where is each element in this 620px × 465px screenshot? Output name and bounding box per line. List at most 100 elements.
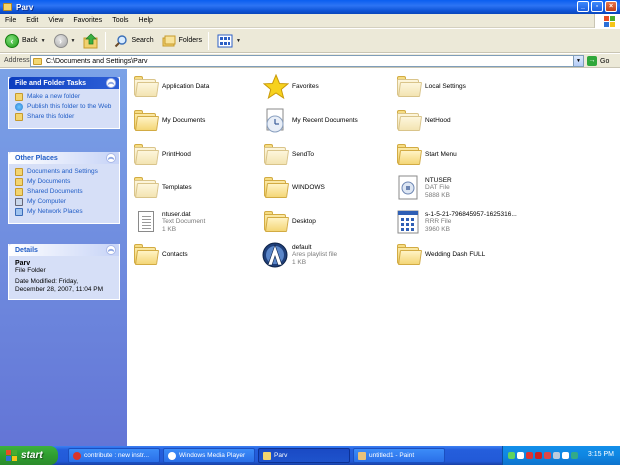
security-tray-icon[interactable] <box>526 452 533 459</box>
file-item[interactable]: NetHood <box>394 106 539 136</box>
file-item[interactable]: PrintHood <box>131 140 276 170</box>
task-label: Publish this folder to the Web <box>27 103 112 110</box>
browser-icon <box>73 451 81 460</box>
recent-documents-icon <box>261 107 289 135</box>
tray-icon[interactable] <box>544 452 551 459</box>
up-folder-button[interactable] <box>80 31 102 51</box>
place-shared-documents[interactable]: Shared Documents <box>15 188 115 196</box>
file-item[interactable]: Application Data <box>131 72 276 102</box>
back-button[interactable]: ‹ Back ▼ <box>2 31 49 51</box>
file-item[interactable]: NTUSER DAT File 5888 KB <box>394 173 539 203</box>
search-icon <box>115 34 128 47</box>
place-my-network-places[interactable]: My Network Places <box>15 208 115 216</box>
file-name: Application Data <box>162 83 210 91</box>
menu-edit[interactable]: Edit <box>21 17 43 24</box>
folder-icon <box>131 174 160 202</box>
globe-icon <box>15 103 23 111</box>
panel-title: File and Folder Tasks <box>15 79 87 87</box>
menu-help[interactable]: Help <box>134 17 158 24</box>
tray-icon[interactable] <box>535 452 542 459</box>
go-button[interactable]: → Go <box>587 56 609 66</box>
folders-icon <box>162 35 176 46</box>
views-button[interactable]: ▼ <box>214 31 244 51</box>
taskbar-button-label: contribute : new instr... <box>84 452 150 459</box>
file-item[interactable]: Favorites <box>261 72 406 102</box>
folder-icon <box>263 451 271 460</box>
panel-header[interactable]: Details ︽ <box>9 244 119 256</box>
file-item[interactable]: WINDOWS <box>261 173 406 203</box>
address-input[interactable]: C:\Documents and Settings\Parv ▼ <box>30 55 584 67</box>
file-list: Application Data Favorites Local Setting… <box>127 69 620 446</box>
text-document-icon <box>131 208 159 236</box>
collapse-chevron-icon[interactable]: ︽ <box>106 245 116 255</box>
volume-icon[interactable] <box>562 452 569 459</box>
file-item[interactable]: Desktop <box>261 207 406 237</box>
place-label: My Computer <box>27 198 67 205</box>
file-item[interactable]: Contacts <box>131 240 276 270</box>
windows-flag-icon <box>6 450 17 461</box>
folder-icon <box>131 141 160 169</box>
file-item[interactable]: Templates <box>131 173 276 203</box>
address-dropdown-button[interactable]: ▼ <box>573 56 583 66</box>
task-pane: File and Folder Tasks ︽ Make a new folde… <box>0 69 127 446</box>
system-tray: 3:15 PM <box>502 446 620 465</box>
tray-icon[interactable] <box>553 452 560 459</box>
file-item[interactable]: My Recent Documents <box>261 106 406 136</box>
folder-icon <box>261 208 290 236</box>
maximize-button[interactable]: ▫ <box>591 1 603 12</box>
search-button[interactable]: Search <box>111 31 156 51</box>
taskbar-button-contribute[interactable]: contribute : new instr... <box>68 448 160 463</box>
menu-file[interactable]: File <box>0 17 21 24</box>
chevron-down-icon[interactable]: ▼ <box>236 38 241 44</box>
forward-button[interactable]: › ▼ <box>51 31 79 51</box>
file-item[interactable]: default Ares playlist file 1 KB <box>261 240 406 270</box>
place-label: My Network Places <box>27 208 83 215</box>
file-item[interactable]: Wedding Dash FULL <box>394 240 539 270</box>
file-item[interactable]: My Documents <box>131 106 276 136</box>
place-my-documents[interactable]: My Documents <box>15 178 115 186</box>
chevron-down-icon[interactable]: ▼ <box>41 38 46 44</box>
place-my-computer[interactable]: My Computer <box>15 198 115 206</box>
folders-button[interactable]: Folders <box>159 31 205 51</box>
taskbar-button-label: untitled1 - Paint <box>369 452 415 459</box>
go-arrow-icon: → <box>587 56 597 66</box>
menu-tools[interactable]: Tools <box>107 17 133 24</box>
start-button[interactable]: start <box>0 446 58 465</box>
title-bar: Parv _ ▫ × <box>0 0 620 14</box>
file-item[interactable]: Start Menu <box>394 140 539 170</box>
back-label: Back <box>22 37 38 44</box>
address-path: C:\Documents and Settings\Parv <box>46 57 148 65</box>
menu-favorites[interactable]: Favorites <box>68 17 107 24</box>
folders-label: Folders <box>178 37 202 44</box>
file-item[interactable]: SendTo <box>261 140 406 170</box>
file-type: Ares playlist file <box>292 251 338 259</box>
tray-icon[interactable] <box>571 452 578 459</box>
taskbar-button-paint[interactable]: untitled1 - Paint <box>353 448 445 463</box>
collapse-chevron-icon[interactable]: ︽ <box>106 153 116 163</box>
close-button[interactable]: × <box>605 1 617 12</box>
minimize-button[interactable]: _ <box>577 1 589 12</box>
publish-folder-link[interactable]: Publish this folder to the Web <box>15 103 115 111</box>
menu-view[interactable]: View <box>43 17 68 24</box>
make-new-folder-link[interactable]: Make a new folder <box>15 93 115 101</box>
file-item[interactable]: ntuser.dat Text Document 1 KB <box>131 207 276 237</box>
other-places-panel: Other Places ︽ Documents and Settings My… <box>8 152 120 224</box>
panel-header[interactable]: File and Folder Tasks ︽ <box>9 77 119 89</box>
folder-icon <box>33 57 42 65</box>
file-item[interactable]: s-1-5-21-796845957-1625316... RRR File 3… <box>394 207 539 237</box>
tray-icon[interactable] <box>517 452 524 459</box>
panel-header[interactable]: Other Places ︽ <box>9 152 119 164</box>
collapse-chevron-icon[interactable]: ︽ <box>106 78 116 88</box>
chevron-down-icon[interactable]: ▼ <box>71 38 76 44</box>
network-tray-icon[interactable] <box>508 452 515 459</box>
taskbar-button-media-player[interactable]: Windows Media Player <box>163 448 255 463</box>
place-documents-and-settings[interactable]: Documents and Settings <box>15 168 115 176</box>
start-label: start <box>21 450 43 461</box>
dat-file-icon <box>394 174 422 202</box>
file-item[interactable]: Local Settings <box>394 72 539 102</box>
new-folder-icon <box>15 93 23 101</box>
taskbar-button-parv[interactable]: Parv <box>258 448 350 463</box>
file-name: Contacts <box>162 251 188 259</box>
share-folder-link[interactable]: Share this folder <box>15 113 115 121</box>
file-folder-tasks-panel: File and Folder Tasks ︽ Make a new folde… <box>8 77 120 129</box>
